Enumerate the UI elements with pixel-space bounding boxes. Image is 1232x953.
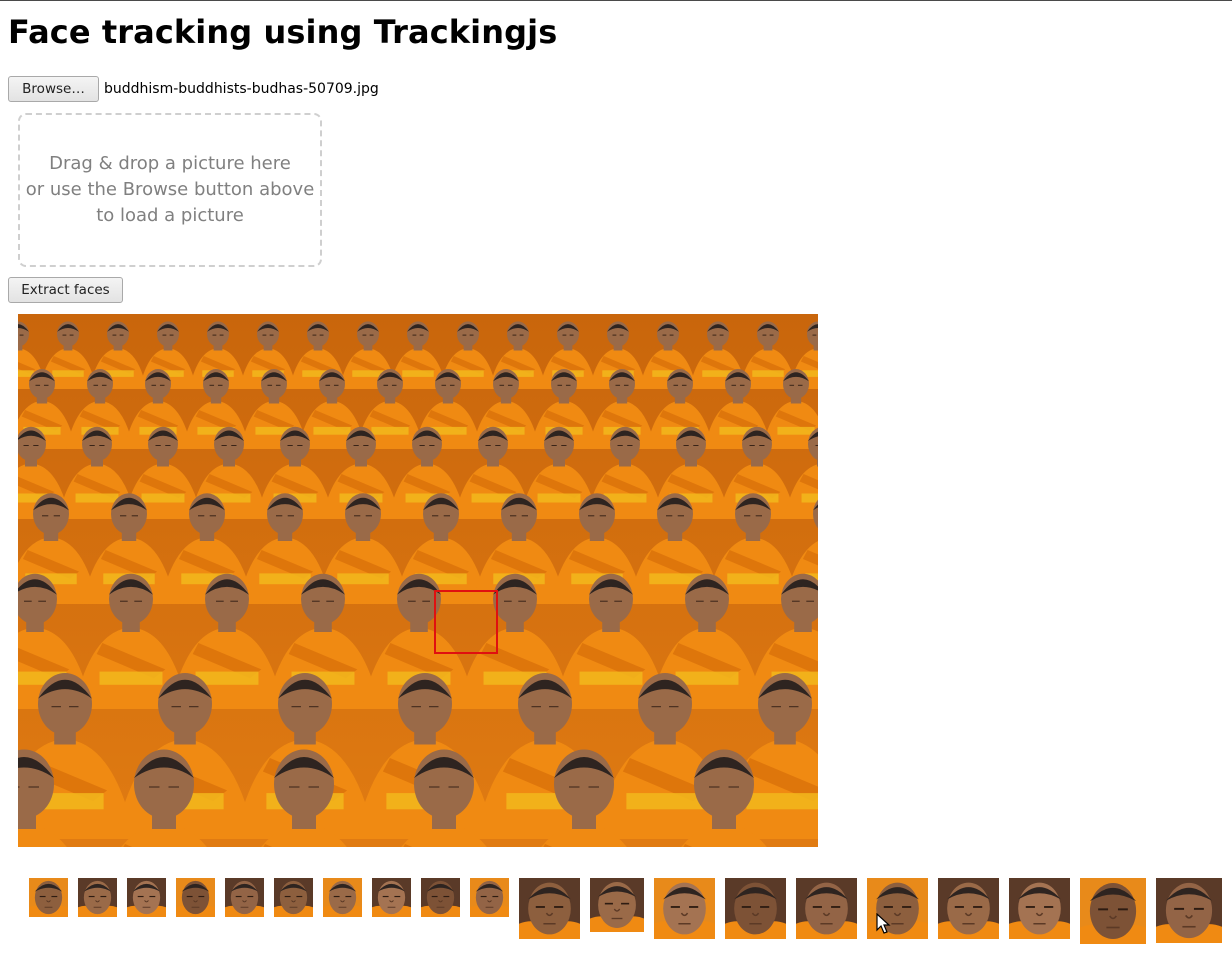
extracted-face-thumbnail bbox=[176, 878, 215, 917]
extracted-face-thumbnail bbox=[725, 878, 786, 939]
extracted-face-thumbnail bbox=[323, 878, 362, 917]
extracted-face-thumbnail bbox=[938, 878, 999, 939]
extracted-face-thumbnail bbox=[590, 878, 644, 932]
extracted-face-thumbnail bbox=[654, 878, 715, 939]
extracted-face-thumbnail bbox=[78, 878, 117, 917]
extracted-face-thumbnail bbox=[127, 878, 166, 917]
loaded-photo bbox=[18, 314, 818, 847]
extract-faces-button[interactable]: Extract faces bbox=[8, 277, 123, 303]
extracted-face-thumbnail bbox=[796, 878, 857, 939]
extracted-face-thumbnail bbox=[1009, 878, 1070, 939]
extracted-face-thumbnail bbox=[274, 878, 313, 917]
page-title: Face tracking using Trackingjs bbox=[8, 13, 558, 51]
browse-button[interactable]: Browse… bbox=[8, 76, 99, 102]
drop-zone-line-1: Drag & drop a picture here bbox=[49, 153, 291, 174]
extracted-face-thumbnail bbox=[519, 878, 580, 939]
detected-face-box bbox=[434, 590, 498, 654]
extracted-face-thumbnail bbox=[1156, 878, 1222, 943]
extracted-face-thumbnail bbox=[1080, 878, 1146, 944]
selected-file-name: buddhism-buddhists-budhas-50709.jpg bbox=[104, 81, 379, 97]
drop-zone-line-2: or use the Browse button above bbox=[25, 179, 315, 200]
extracted-face-thumbnail bbox=[225, 878, 264, 917]
extracted-face-thumbnail bbox=[421, 878, 460, 917]
extracted-face-thumbnail bbox=[29, 878, 68, 917]
monks-photo-image bbox=[18, 314, 818, 847]
drop-zone[interactable]: Drag & drop a picture here or use the Br… bbox=[18, 113, 322, 267]
extracted-face-thumbnail bbox=[470, 878, 509, 917]
mouse-cursor-icon bbox=[876, 913, 891, 934]
drop-zone-line-3: to load a picture bbox=[96, 205, 244, 226]
extracted-face-thumbnail bbox=[372, 878, 411, 917]
